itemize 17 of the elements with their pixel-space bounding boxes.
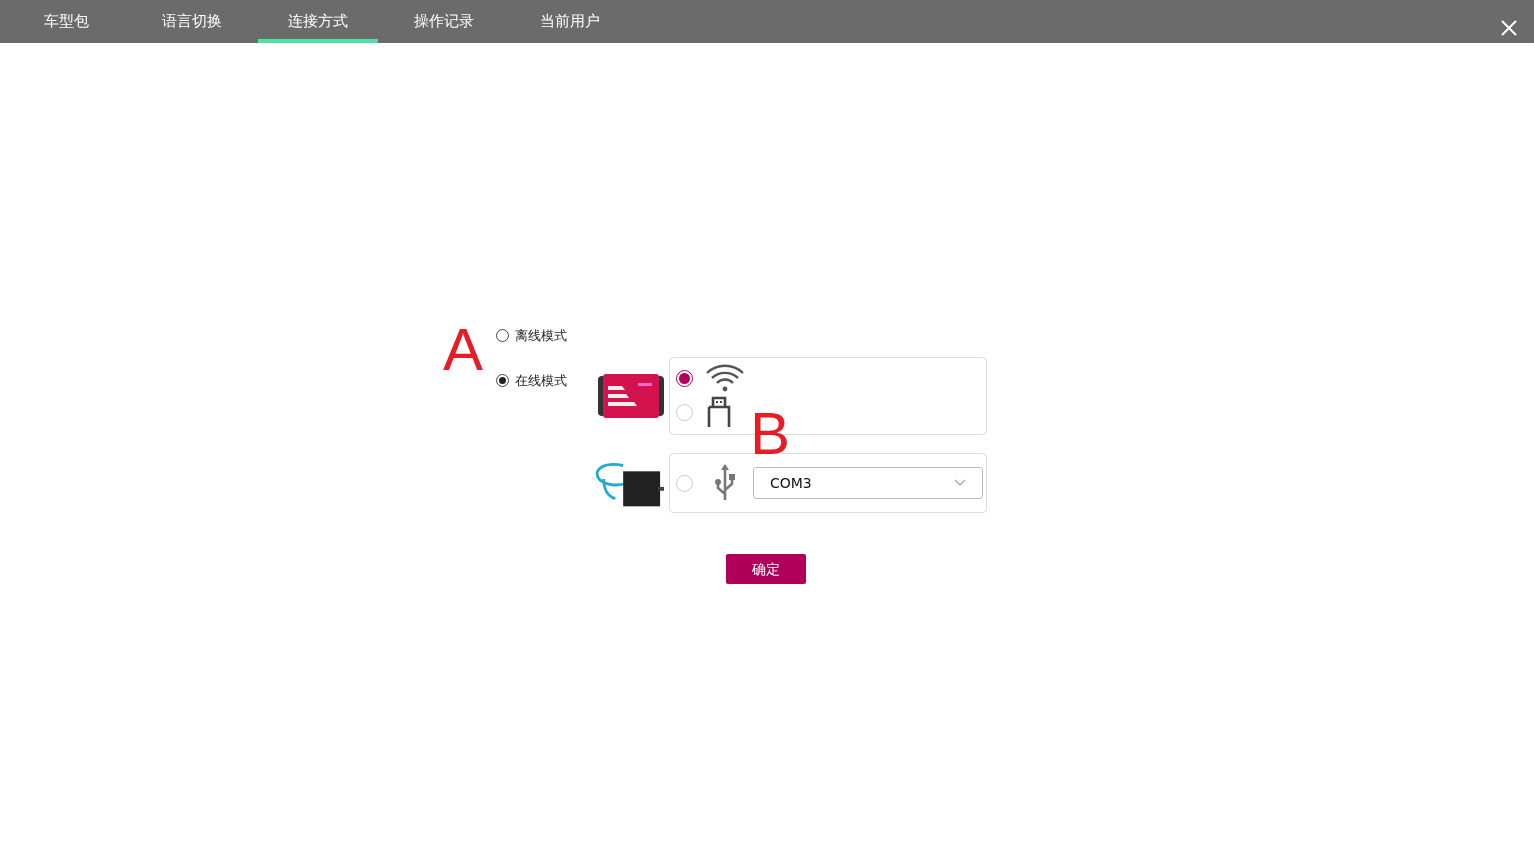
confirm-button[interactable]: 确定 <box>726 554 806 584</box>
mode-radio[interactable]: 在线模式 <box>496 370 594 390</box>
chevron-icon <box>954 479 966 487</box>
mode-radio[interactable]: 离线模式 <box>496 326 594 346</box>
tab[interactable]: 操作记录 <box>384 0 504 43</box>
tab[interactable]: 车型包 <box>6 0 126 43</box>
tab[interactable]: 语言切换 <box>132 0 252 43</box>
annotation-letter: B <box>750 404 791 464</box>
port-dropdown[interactable]: COM3 <box>753 467 983 499</box>
tab[interactable]: 连接方式 <box>258 0 378 43</box>
wifi-icon <box>705 362 745 394</box>
close-icon[interactable] <box>1500 18 1518 37</box>
usb-plug-icon <box>705 396 733 428</box>
usb-icon <box>713 464 737 502</box>
annotation-letter: A <box>443 320 485 380</box>
tab[interactable]: 当前用户 <box>510 0 630 43</box>
radio-button[interactable] <box>676 369 693 387</box>
